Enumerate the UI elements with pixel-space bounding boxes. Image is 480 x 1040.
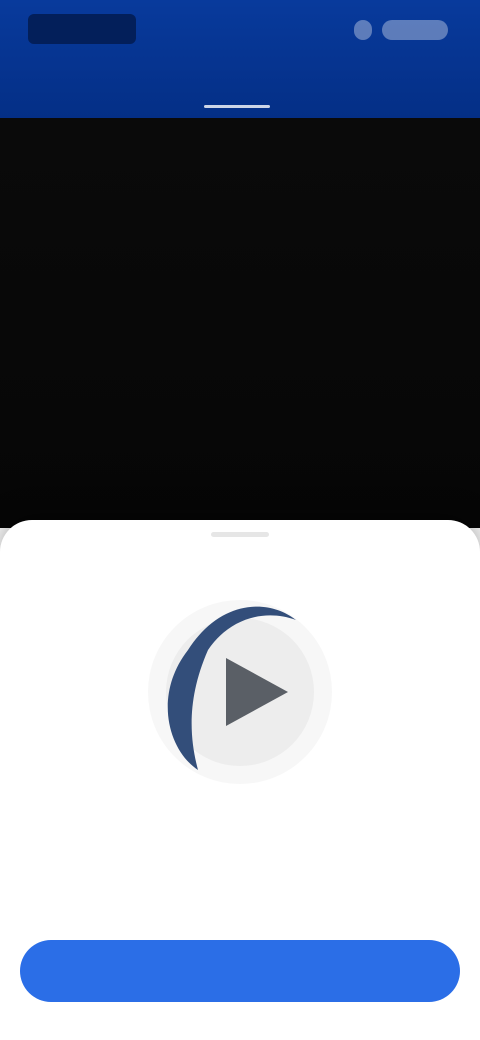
video-area[interactable] xyxy=(0,118,480,528)
primary-action-button[interactable] xyxy=(20,940,460,1002)
tab-primary[interactable] xyxy=(194,78,280,108)
play-icon xyxy=(148,600,332,784)
top-app-bar xyxy=(0,0,480,118)
top-action-button[interactable] xyxy=(382,20,448,40)
bottom-sheet xyxy=(0,520,480,1040)
tab-secondary[interactable] xyxy=(364,78,418,100)
app-logo[interactable] xyxy=(28,14,136,44)
top-tabs xyxy=(0,70,480,108)
sheet-handle[interactable] xyxy=(211,532,269,537)
top-actions xyxy=(354,16,448,44)
top-action-icon[interactable] xyxy=(354,20,372,40)
